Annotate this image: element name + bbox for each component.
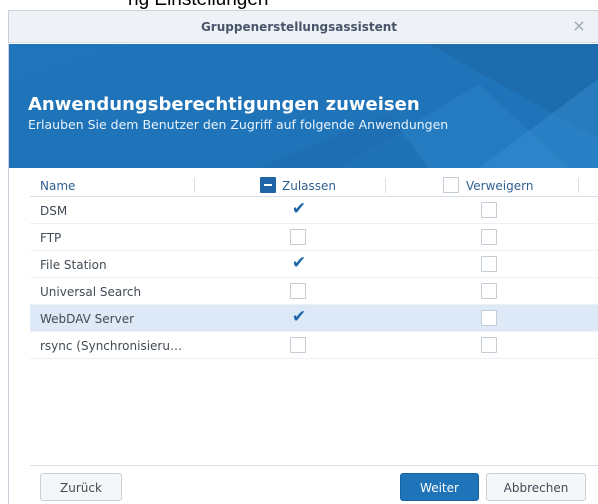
grid-header: Name Zulassen Verweigern [30,174,598,197]
deny-checkbox[interactable] [481,229,497,245]
banner-heading: Anwendungsberechtigungen zuweisen [28,94,420,115]
allow-checkbox[interactable]: ✔ [290,199,307,219]
allow-checkbox[interactable] [290,229,306,245]
deny-checkbox[interactable] [481,202,497,218]
app-name: Universal Search [40,285,142,299]
wizard-dialog: Gruppenerstellungsassistent × Anwendungs… [8,10,598,504]
footer-divider [30,465,598,466]
next-button[interactable]: Weiter [400,473,479,501]
cancel-button[interactable]: Abbrechen [486,473,586,501]
allow-all-checkbox[interactable] [260,177,276,193]
app-name: File Station [40,258,107,272]
deny-checkbox[interactable] [481,283,497,299]
deny-checkbox[interactable] [481,310,497,326]
dialog-titlebar: Gruppenerstellungsassistent × [9,11,598,43]
table-row[interactable]: DSM ✔ [30,197,598,224]
checkmark-icon: ✔ [291,199,307,219]
banner-subheading: Erlauben Sie dem Benutzer den Zugriff au… [28,117,449,132]
allow-checkbox[interactable] [290,337,306,353]
table-row[interactable]: WebDAV Server ✔ [30,305,598,332]
app-name: WebDAV Server [40,312,135,326]
permissions-grid: Name Zulassen Verweigern DSM ✔ FTP File Sta… [30,174,598,359]
table-row[interactable]: rsync (Synchronisieru… [30,332,598,359]
close-icon[interactable]: × [568,15,590,37]
table-row[interactable]: Universal Search [30,278,598,305]
deny-all-checkbox[interactable] [443,177,459,193]
step-banner: Anwendungsberechtigungen zuweisen Erlaub… [9,44,598,168]
column-divider [578,178,579,193]
deny-checkbox[interactable] [481,256,497,272]
table-row[interactable]: File Station ✔ [30,251,598,278]
dialog-title: Gruppenerstellungsassistent [200,20,398,34]
grid-body: DSM ✔ FTP File Station ✔ Universal Search WebD… [30,197,598,359]
deny-checkbox[interactable] [481,337,497,353]
column-header-allow: Zulassen [282,179,337,193]
allow-checkbox[interactable]: ✔ [290,253,307,273]
allow-checkbox[interactable] [290,283,306,299]
column-divider [385,178,386,193]
table-row[interactable]: FTP [30,224,598,251]
background-caption: ng Einstellungen [128,0,269,10]
background-window-fragment: ng Einstellungen [0,0,598,10]
column-header-deny: Verweigern [466,179,534,193]
checkmark-icon: ✔ [291,307,307,327]
column-header-name[interactable]: Name [40,179,75,193]
indeterminate-icon [264,184,272,186]
checkmark-icon: ✔ [291,253,307,273]
column-divider [194,178,195,193]
allow-checkbox[interactable]: ✔ [290,307,307,327]
app-name: FTP [40,231,62,245]
app-name: rsync (Synchronisieru… [40,339,182,353]
back-button[interactable]: Zurück [40,473,122,501]
app-name: DSM [40,204,68,218]
